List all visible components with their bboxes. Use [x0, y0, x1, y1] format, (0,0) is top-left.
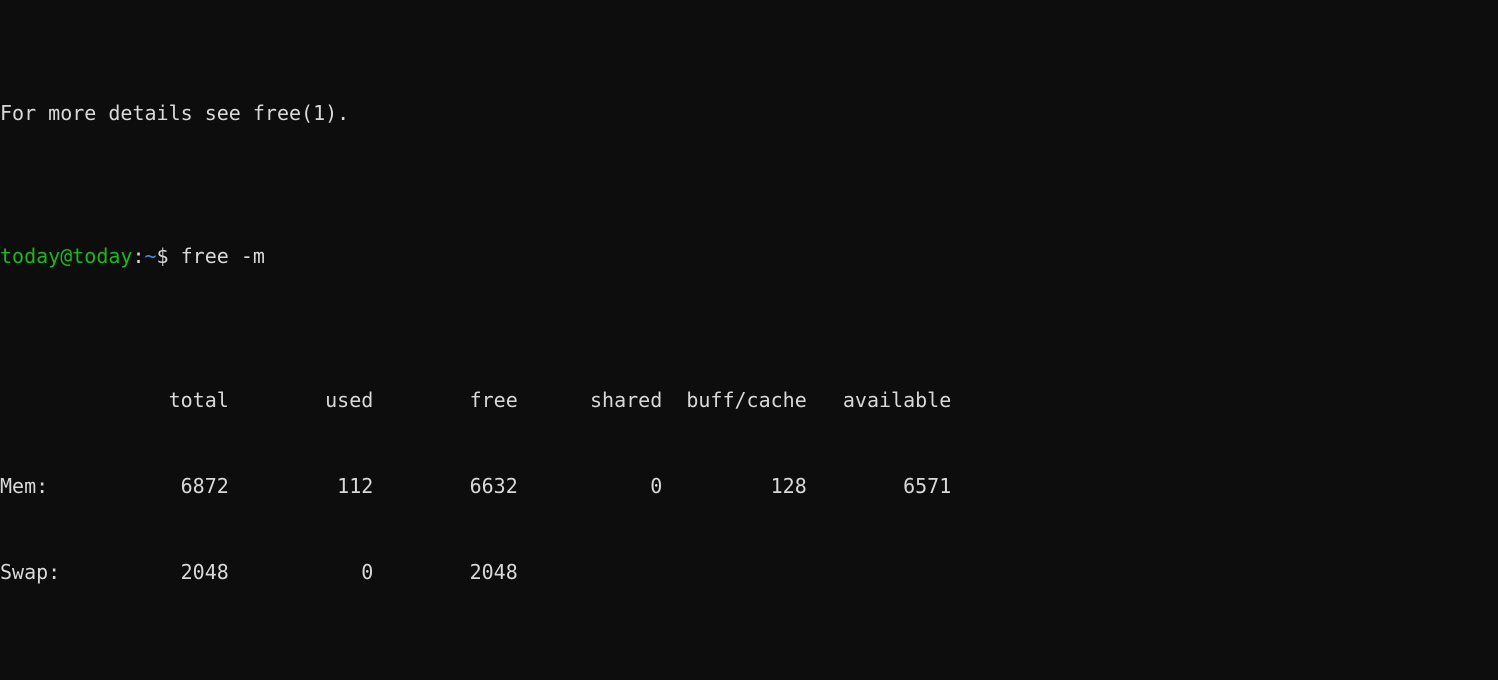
command-text-free-m-1: free -m [180, 244, 265, 269]
terminal-line-command: today@today:~$ free -m [0, 242, 1498, 271]
free-manual-hint-text: For more details see free(1). [0, 100, 350, 125]
terminal-screen: For more details see free(1). today@toda… [0, 0, 1498, 680]
prompt-path: ~ [144, 244, 157, 269]
prompt-sigil: $ [156, 244, 181, 269]
terminal-window[interactable]: For more details see free(1). today@toda… [0, 0, 1498, 680]
memory-table-row-mem-text-1: Mem: 6872 112 6632 0 128 6571 [0, 473, 952, 498]
memory-table-row-swap-1: Swap: 2048 0 2048 [0, 558, 1498, 587]
prompt-user-host: today@today [0, 244, 133, 269]
terminal-line-output: For more details see free(1). [0, 99, 1498, 128]
prompt-colon: : [132, 244, 145, 269]
memory-table-header-1: total used free shared buff/cache availa… [0, 386, 1498, 415]
memory-table-header-text-1: total used free shared buff/cache availa… [0, 387, 952, 412]
memory-table-row-mem-1: Mem: 6872 112 6632 0 128 6571 [0, 472, 1498, 501]
memory-table-row-swap-text-1: Swap: 2048 0 2048 [0, 560, 518, 584]
